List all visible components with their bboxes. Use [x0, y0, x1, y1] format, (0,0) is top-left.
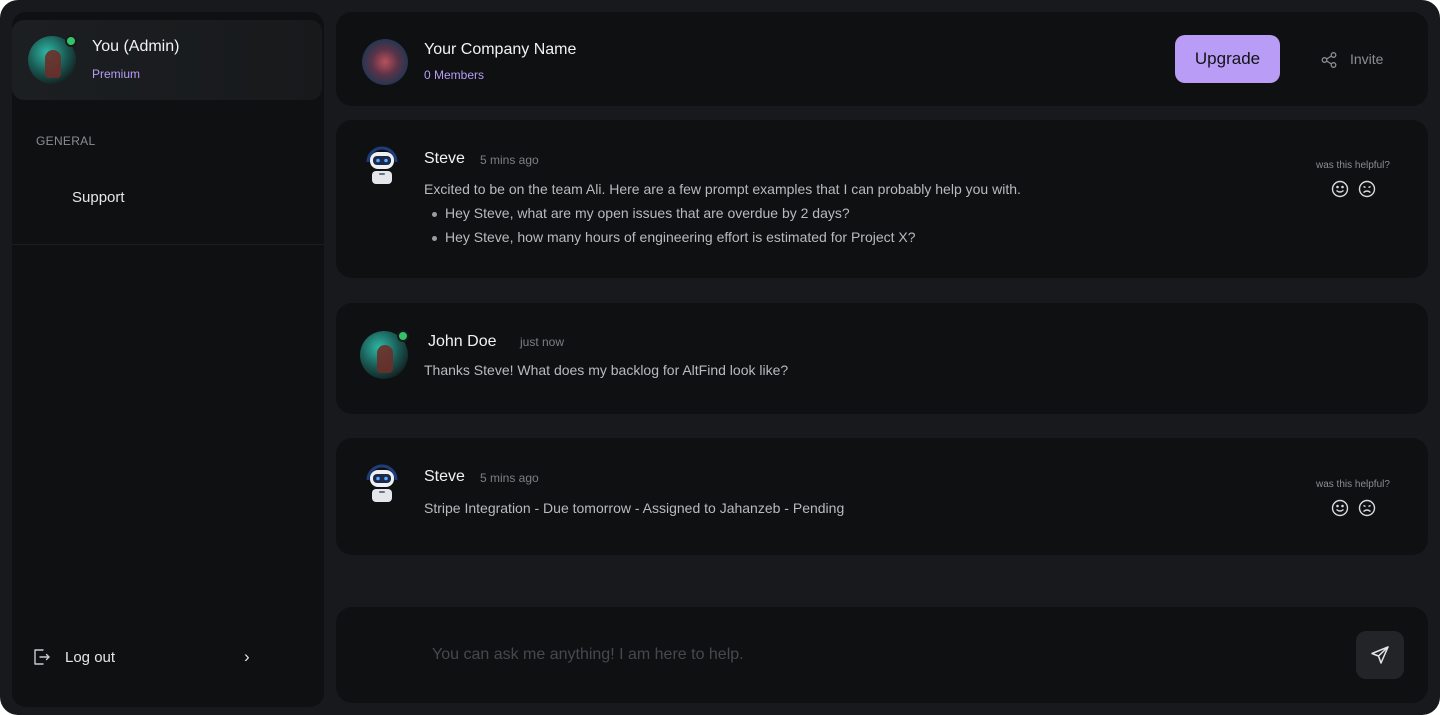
message-card: John Doe just now Thanks Steve! What doe…	[336, 303, 1428, 414]
sidebar-item-support[interactable]: Support	[72, 189, 125, 206]
message-card: Steve 5 mins ago Excited to be on the te…	[336, 120, 1428, 278]
section-title-label: GENERAL	[36, 134, 96, 148]
chevron-right-icon: ›	[244, 647, 250, 666]
prompt-example-text: Hey Steve, what are my open issues that …	[445, 205, 850, 221]
sidebar: You (Admin) Premium GENERAL Support Log …	[12, 12, 324, 707]
members-count[interactable]: 0 Members	[424, 68, 484, 82]
bot-avatar	[361, 142, 403, 184]
send-button[interactable]	[1356, 631, 1404, 679]
helpful-label: was this helpful?	[1316, 479, 1390, 490]
frown-icon[interactable]	[1358, 180, 1376, 198]
online-status-dot	[65, 35, 77, 47]
sidebar-divider	[12, 244, 324, 245]
message-text: Thanks Steve! What does my backlog for A…	[424, 362, 789, 378]
share-icon	[1321, 52, 1337, 68]
message-composer	[336, 607, 1428, 703]
chat-header: Your Company Name 0 Members Upgrade Invi…	[336, 12, 1428, 106]
bot-avatar	[361, 460, 403, 502]
message-time: 5 mins ago	[480, 153, 539, 167]
message-time: 5 mins ago	[480, 471, 539, 485]
user-profile-card[interactable]: You (Admin) Premium	[12, 20, 322, 100]
message-sender: Steve	[424, 150, 465, 167]
helpful-label: was this helpful?	[1316, 160, 1390, 171]
message-sender: Steve	[424, 468, 465, 485]
frown-icon[interactable]	[1358, 499, 1376, 517]
message-card: Steve 5 mins ago Stripe Integration - Du…	[336, 438, 1428, 555]
user-plan-badge: Premium	[92, 67, 141, 81]
company-logo	[362, 39, 408, 85]
message-sender: John Doe	[428, 333, 497, 350]
online-status-dot	[397, 330, 409, 342]
company-name: Your Company Name	[424, 41, 577, 58]
invite-label: Invite	[1350, 51, 1384, 67]
app-window: You (Admin) Premium GENERAL Support Log …	[0, 0, 1440, 715]
message-time: just now	[520, 335, 565, 349]
prompt-example[interactable]: Hey Steve, how many hours of engineering…	[432, 229, 916, 245]
message-text: Stripe Integration - Due tomorrow - Assi…	[424, 500, 845, 516]
user-name: You (Admin)	[92, 38, 180, 55]
send-icon	[1371, 646, 1389, 664]
smile-icon[interactable]	[1331, 499, 1349, 517]
logout-button[interactable]: Log out ›	[32, 647, 262, 670]
smile-icon[interactable]	[1331, 180, 1349, 198]
prompt-example-text: Hey Steve, how many hours of engineering…	[445, 229, 916, 245]
logout-icon	[34, 649, 50, 665]
section-title-general: GENERAL	[36, 134, 95, 148]
message-text: Excited to be on the team Ali. Here are …	[424, 181, 1021, 197]
logout-label: Log out	[65, 649, 116, 666]
prompt-example[interactable]: Hey Steve, what are my open issues that …	[432, 205, 850, 221]
upgrade-button[interactable]: Upgrade	[1175, 35, 1280, 83]
chat-input[interactable]	[432, 643, 1312, 667]
